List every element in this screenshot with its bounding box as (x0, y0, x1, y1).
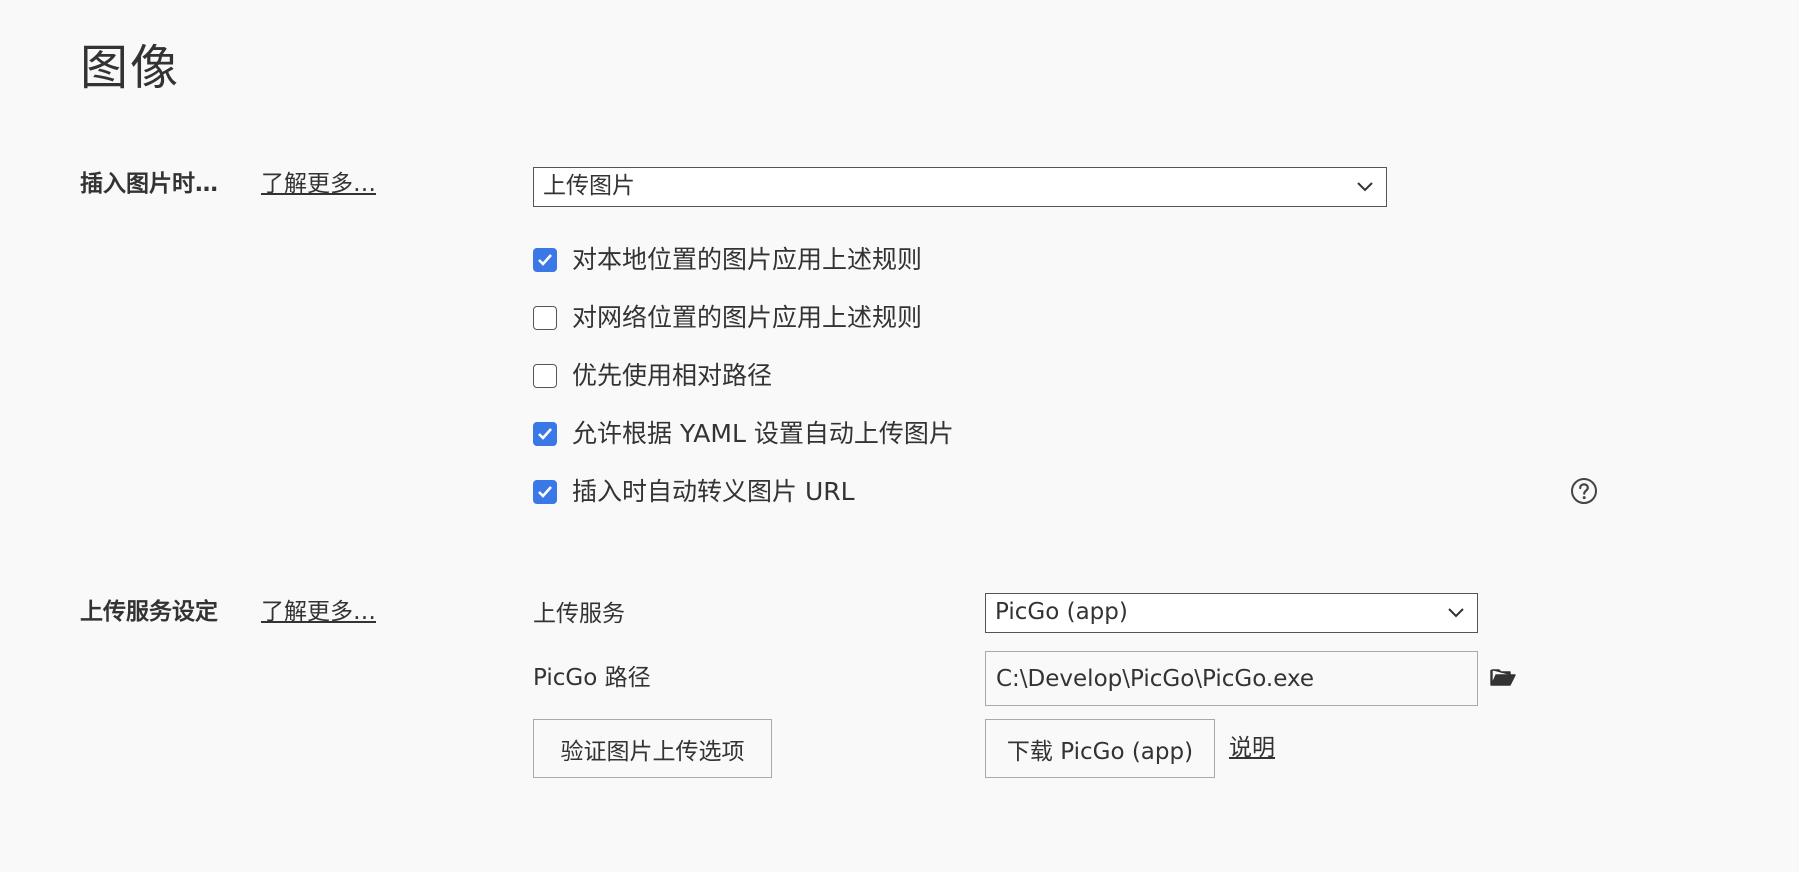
verify-upload-button[interactable]: 验证图片上传选项 (533, 719, 772, 778)
checkbox[interactable] (533, 422, 557, 446)
insert-section-label: 插入图片时… (80, 171, 218, 197)
checkbox[interactable] (533, 364, 557, 388)
question-circle-icon[interactable] (1570, 477, 1598, 505)
option-escape-url[interactable]: 插入时自动转义图片 URL (533, 476, 855, 508)
chevron-down-icon (1357, 182, 1373, 192)
folder-open-icon[interactable] (1490, 666, 1516, 688)
checkmark-icon (538, 486, 552, 498)
option-label: 允许根据 YAML 设置自动上传图片 (572, 419, 954, 448)
option-label: 优先使用相对路径 (572, 361, 773, 390)
option-network-images[interactable]: 对网络位置的图片应用上述规则 (533, 302, 922, 334)
option-local-images[interactable]: 对本地位置的图片应用上述规则 (533, 244, 922, 276)
checkmark-icon (538, 428, 552, 440)
insert-action-select[interactable]: 上传图片 (533, 167, 1387, 207)
upload-service-label: 上传服务 (533, 601, 625, 627)
checkbox[interactable] (533, 306, 557, 330)
option-yaml-auto-upload[interactable]: 允许根据 YAML 设置自动上传图片 (533, 418, 954, 450)
chevron-down-icon (1448, 608, 1464, 618)
option-relative-path[interactable]: 优先使用相对路径 (533, 360, 772, 392)
upload-service-select-value: PicGo (app) (995, 599, 1128, 625)
insert-action-select-value: 上传图片 (543, 173, 635, 199)
option-label: 对本地位置的图片应用上述规则 (572, 245, 923, 274)
checkmark-icon (538, 254, 552, 266)
option-label: 插入时自动转义图片 URL (572, 477, 855, 506)
upload-service-select[interactable]: PicGo (app) (985, 593, 1478, 633)
upload-learn-more-link[interactable]: 了解更多… (261, 596, 376, 628)
upload-section-label: 上传服务设定 (80, 599, 218, 625)
explain-link[interactable]: 说明 (1229, 732, 1275, 764)
checkbox[interactable] (533, 248, 557, 272)
image-preferences-page: 图像 插入图片时… 了解更多… 上传图片 对本地位置的图片应用上述规则 对网络位… (0, 0, 1799, 872)
picgo-path-label: PicGo 路径 (533, 665, 651, 691)
picgo-path-input[interactable] (985, 651, 1478, 706)
checkbox[interactable] (533, 480, 557, 504)
download-picgo-button[interactable]: 下载 PicGo (app) (985, 719, 1215, 778)
insert-learn-more-link[interactable]: 了解更多… (261, 168, 376, 200)
option-label: 对网络位置的图片应用上述规则 (572, 303, 923, 332)
page-title: 图像 (80, 40, 181, 96)
